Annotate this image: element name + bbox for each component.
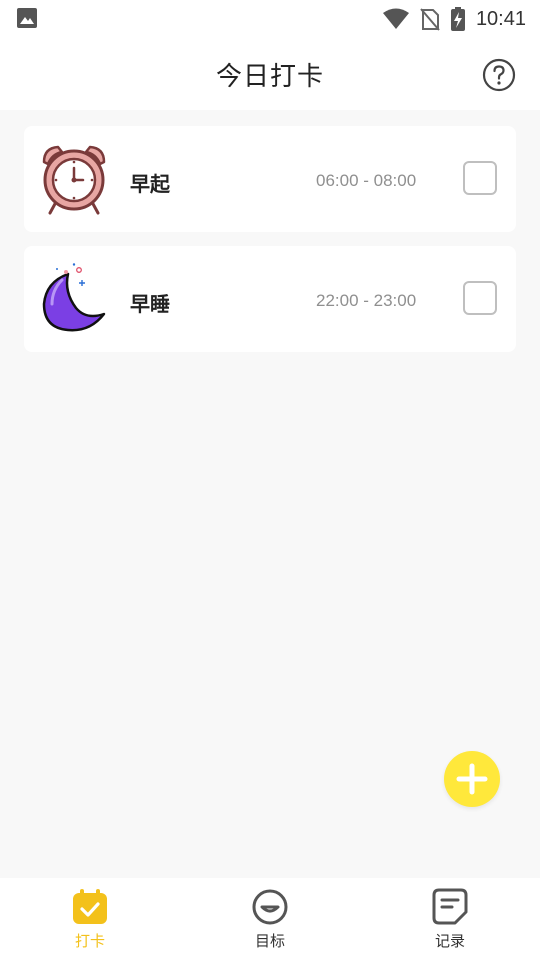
- status-time: 10:41: [475, 7, 526, 30]
- record-note-icon: [432, 888, 468, 925]
- nav-item-goals[interactable]: 目标: [180, 886, 360, 956]
- nav-label-records: 记录: [434, 932, 465, 950]
- habit-name: 早睡: [130, 292, 170, 316]
- add-habit-button[interactable]: [444, 751, 500, 807]
- battery-charging-icon: [450, 7, 465, 31]
- habit-card-early-rise[interactable]: 早起 06:00 - 08:00: [24, 126, 516, 232]
- help-circle-icon[interactable]: [482, 58, 516, 92]
- bottom-nav: 打卡 目标 记录: [0, 878, 540, 960]
- habit-checkbox[interactable]: [463, 161, 497, 195]
- plus-icon: [456, 763, 488, 795]
- page-title: 今日打卡: [215, 62, 324, 92]
- habit-checkbox[interactable]: [463, 281, 497, 315]
- habit-name: 早起: [130, 172, 170, 196]
- target-smile-icon: [252, 889, 288, 925]
- habit-time: 22:00 - 23:00: [316, 291, 417, 310]
- nav-label-goals: 目标: [254, 932, 285, 950]
- habit-card-early-sleep[interactable]: 早睡 22:00 - 23:00: [24, 246, 516, 352]
- image-icon: [17, 8, 37, 28]
- nav-item-checkin[interactable]: 打卡: [0, 886, 180, 956]
- calendar-check-icon: [73, 889, 107, 924]
- nav-label-checkin: 打卡: [74, 932, 105, 950]
- habit-time: 06:00 - 08:00: [316, 171, 417, 190]
- screen: 10:41 今日打卡 早起 06:00 - 08:00 早睡 22:00 - 2…: [0, 0, 540, 960]
- alarm-clock-icon: [42, 145, 106, 215]
- moon-icon: [42, 263, 106, 332]
- no-sim-icon: [420, 8, 440, 31]
- status-bar: 10:41: [0, 0, 540, 38]
- app-bar: 今日打卡: [0, 38, 540, 110]
- wifi-icon: [382, 8, 409, 29]
- status-icons: 10:41: [382, 5, 526, 33]
- nav-item-records[interactable]: 记录: [360, 886, 540, 956]
